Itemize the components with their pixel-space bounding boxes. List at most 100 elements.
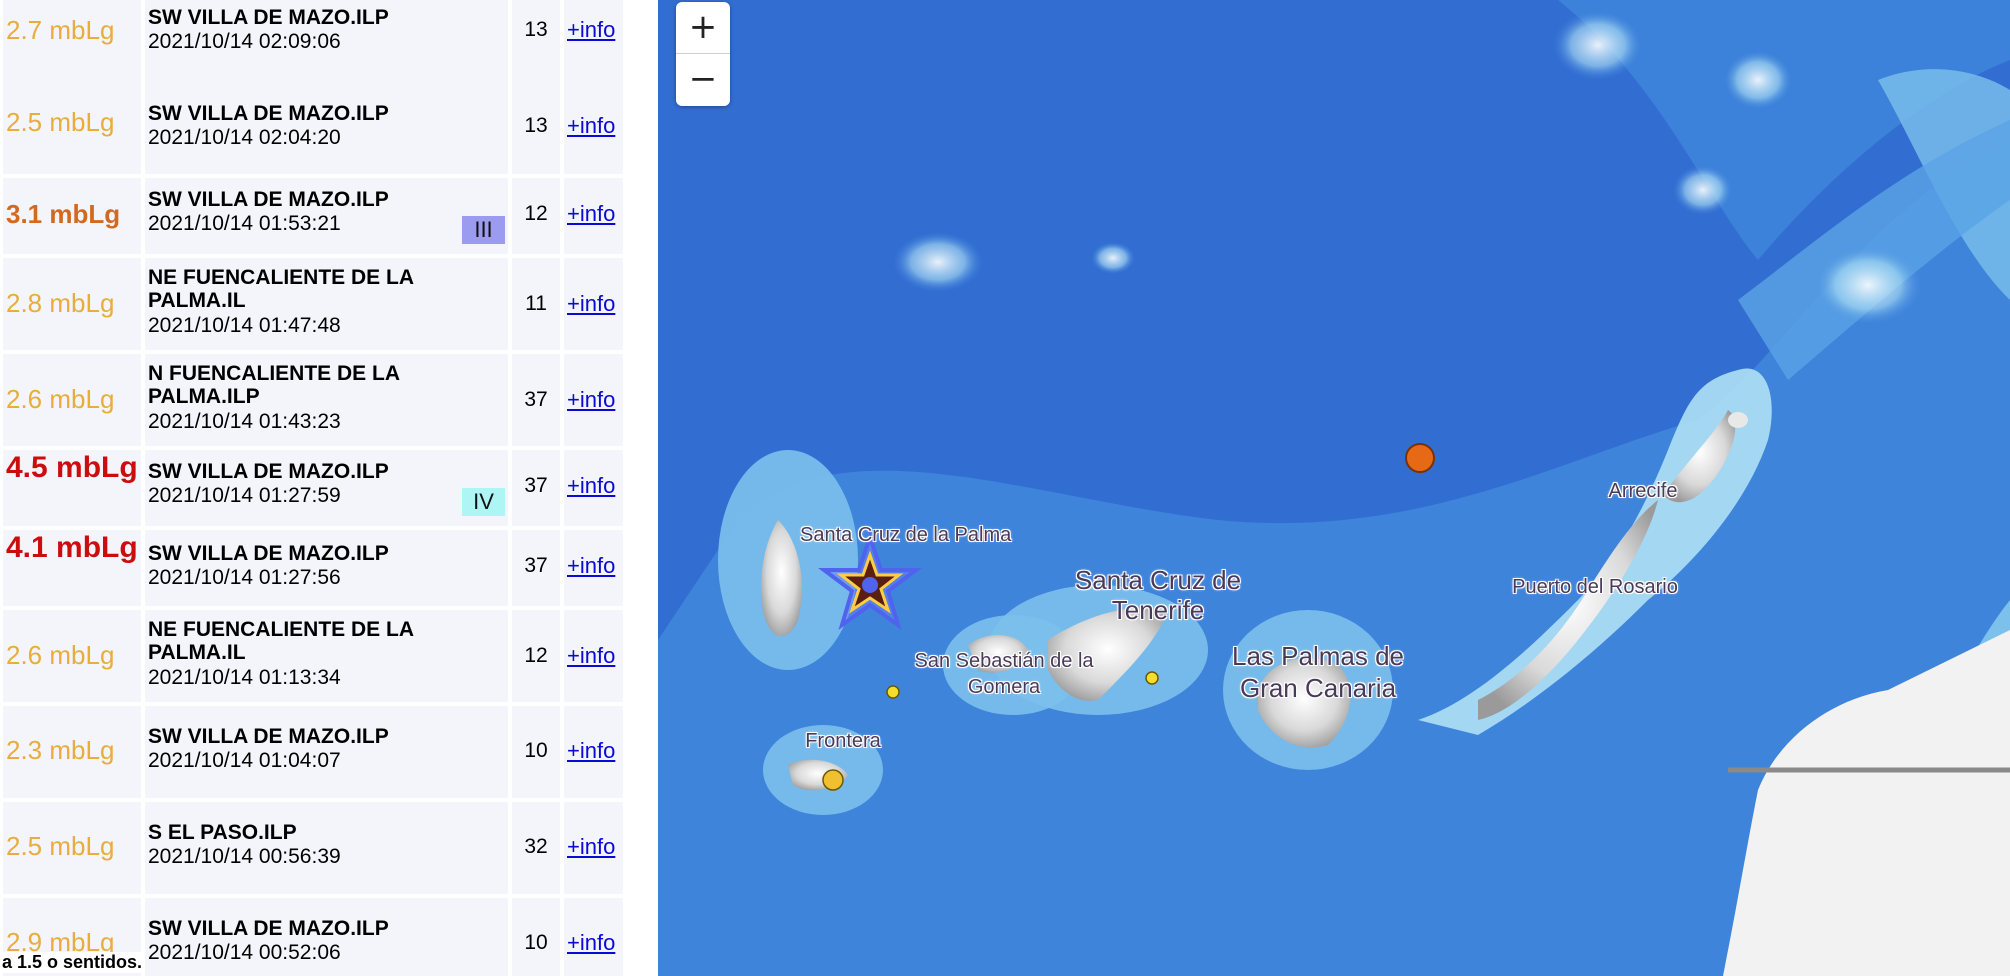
magnitude-cell: 2.5 mbLg [3,802,141,894]
event-datetime: 2021/10/14 01:43:23 [148,410,341,433]
location-cell: SW VILLA DE MAZO.ILP 2021/10/14 00:52:06 [145,898,508,976]
earthquake-list: 2.7 mbLg SW VILLA DE MAZO.ILP 2021/10/14… [0,0,630,976]
location-cell: SW VILLA DE MAZO.ILP 2021/10/14 01:53:21… [145,178,508,254]
location-name: N FUENCALIENTE DE LA PALMA.ILP [148,362,400,408]
zoom-out-button[interactable]: − [676,54,730,105]
magnitude: 2.7 mbLg [6,15,115,45]
intensity-badge: III [462,216,505,244]
quake-marker-yellow [886,685,900,699]
magnitude: 2.3 mbLg [6,735,115,765]
info-link[interactable]: +info [567,201,615,227]
location-cell: NE FUENCALIENTE DE LA PALMA.IL 2021/10/1… [145,258,508,350]
legend-footnote: a 1.5 o sentidos. [2,952,143,973]
info-cell: +info [564,450,623,526]
info-cell: +info [564,610,623,702]
count-cell: 12 [512,610,560,702]
seamount-small [1091,242,1135,274]
info-link[interactable]: +info [567,553,615,579]
event-datetime: 2021/10/14 01:53:21 [148,212,341,235]
event-datetime: 2021/10/14 01:27:56 [148,566,341,589]
seamount-north [1553,10,1643,80]
magnitude: 2.5 mbLg [6,831,115,861]
info-link[interactable]: +info [567,834,615,860]
station-count: 37 [524,388,548,411]
info-cell: +info [564,258,623,350]
location-cell: SW VILLA DE MAZO.ILP 2021/10/14 01:04:07 [145,706,508,798]
info-link[interactable]: +info [567,738,615,764]
label-santa-cruz-tenerife: Santa Cruz de Tenerife [1074,565,1242,625]
magnitude: 4.5 mbLg [6,451,138,484]
magnitude: 2.6 mbLg [6,640,115,670]
info-link[interactable]: +info [567,643,615,669]
intensity-badge: IV [462,488,505,516]
count-cell: 32 [512,802,560,894]
event-datetime: 2021/10/14 01:13:34 [148,666,341,689]
seismic-map[interactable]: + − Santa Cruz de la Palma Santa Cruz de… [658,0,2010,976]
quake-marker-yellow [1145,671,1159,685]
event-datetime: 2021/10/14 01:04:07 [148,749,341,772]
magnitude-cell: 2.3 mbLg [3,706,141,798]
magnitude: 2.5 mbLg [6,107,115,137]
magnitude-cell: 2.5 mbLg [3,82,141,174]
label-las-palmas: Las Palmas de Gran Canaria [1232,641,1404,703]
zoom-in-button[interactable]: + [676,2,730,54]
station-count: 12 [524,644,548,667]
magnitude: 2.6 mbLg [6,384,115,414]
label-santa-cruz-palma: Santa Cruz de la Palma [800,524,1012,546]
event-datetime: 2021/10/14 01:27:59 [148,484,341,507]
location-cell: S EL PASO.ILP 2021/10/14 00:56:39 [145,802,508,894]
location-cell: N FUENCALIENTE DE LA PALMA.ILP 2021/10/1… [145,354,508,446]
magnitude: 2.8 mbLg [6,288,115,318]
label-frontera: Frontera [805,730,881,752]
count-cell: 13 [512,0,560,82]
location-name: S EL PASO.ILP [148,821,297,844]
magnitude-cell: 2.6 mbLg [3,354,141,446]
location-cell: SW VILLA DE MAZO.ILP 2021/10/14 02:04:20 [145,82,508,174]
event-datetime: 2021/10/14 02:04:20 [148,126,341,149]
count-cell: 37 [512,530,560,606]
info-link[interactable]: +info [567,291,615,317]
count-cell: 37 [512,354,560,446]
info-cell: +info [564,530,623,606]
station-count: 12 [524,202,548,225]
info-cell: +info [564,802,623,894]
location-cell: NE FUENCALIENTE DE LA PALMA.IL 2021/10/1… [145,610,508,702]
station-count: 11 [525,292,547,315]
station-count: 13 [524,114,548,137]
info-link[interactable]: +info [567,113,615,139]
magnitude-cell: 3.1 mbLg [3,178,141,254]
map-canvas[interactable] [658,0,2010,976]
location-name: SW VILLA DE MAZO.ILP [148,102,389,125]
station-count: 10 [524,931,548,954]
event-datetime: 2021/10/14 00:52:06 [148,941,341,964]
island-graciosa [1728,412,1748,428]
info-cell: +info [564,706,623,798]
count-cell: 10 [512,898,560,976]
info-cell: +info [564,178,623,254]
location-name: SW VILLA DE MAZO.ILP [148,460,389,483]
label-arrecife: Arrecife [1608,480,1678,502]
station-count: 37 [524,554,548,577]
seamount-east [1813,245,1923,325]
info-link[interactable]: +info [567,387,615,413]
location-name: SW VILLA DE MAZO.ILP [148,6,389,29]
location-cell: SW VILLA DE MAZO.ILP 2021/10/14 02:09:06 [145,0,508,82]
seamount-selvagens [893,232,983,292]
label-san-sebastian: San Sebastián de la Gomera [914,650,1094,698]
location-name: SW VILLA DE MAZO.ILP [148,542,389,565]
magnitude: 3.1 mbLg [6,199,121,229]
quake-marker-gold [822,769,844,791]
magnitude-cell: 4.5 mbLg [3,450,141,526]
info-link[interactable]: +info [567,473,615,499]
count-cell: 12 [512,178,560,254]
info-cell: +info [564,898,623,976]
magnitude-cell: 2.7 mbLg [3,0,141,82]
quake-marker-orange [1405,443,1435,473]
location-name: NE FUENCALIENTE DE LA PALMA.IL [148,266,414,312]
location-name: SW VILLA DE MAZO.ILP [148,725,389,748]
seamount-north-3 [1673,165,1733,215]
info-link[interactable]: +info [567,930,615,956]
info-cell: +info [564,354,623,446]
station-count: 37 [524,474,548,497]
info-link[interactable]: +info [567,17,615,43]
